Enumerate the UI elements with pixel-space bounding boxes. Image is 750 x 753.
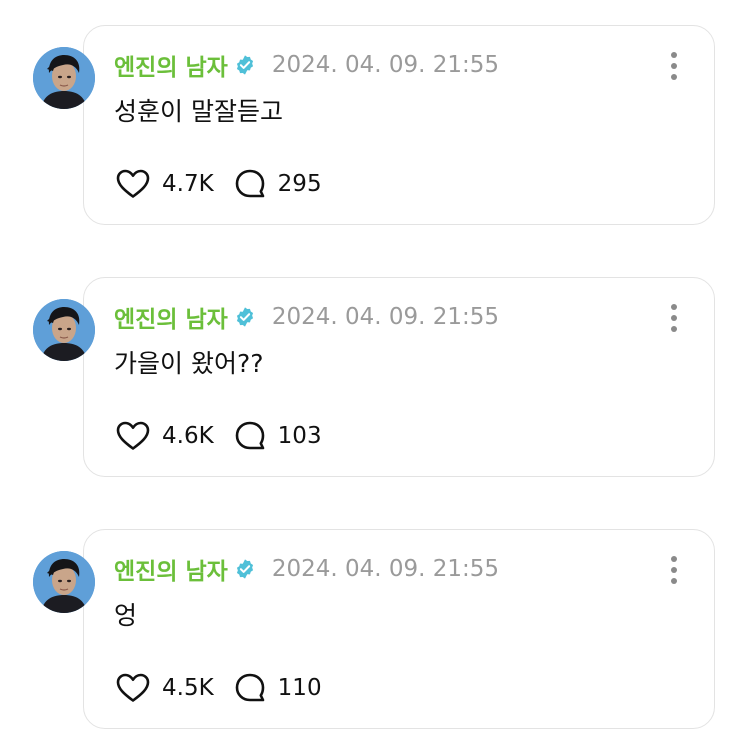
speech-bubble-icon bbox=[235, 673, 264, 702]
post-card[interactable]: 엔진의 남자 2024. 04. 09. 21:55 가을이 왔어?? 4.6K bbox=[83, 277, 715, 477]
post-header: 엔진의 남자 2024. 04. 09. 21:55 bbox=[114, 48, 500, 82]
heart-icon bbox=[116, 421, 150, 450]
post-card[interactable]: 엔진의 남자 2024. 04. 09. 21:55 성훈이 말잘듣고 4.7K bbox=[83, 25, 715, 225]
speech-bubble-icon bbox=[235, 169, 264, 198]
post-timestamp: 2024. 04. 09. 21:55 bbox=[271, 304, 500, 330]
menu-dot bbox=[671, 52, 677, 58]
more-options-button[interactable] bbox=[668, 304, 680, 332]
like-count: 4.6K bbox=[162, 423, 214, 449]
post-actions: 4.7K 295 bbox=[116, 166, 322, 202]
like-button[interactable]: 4.5K bbox=[116, 673, 214, 703]
post-header: 엔진의 남자 2024. 04. 09. 21:55 bbox=[114, 300, 500, 334]
author-name[interactable]: 엔진의 남자 bbox=[114, 48, 228, 82]
like-button[interactable]: 4.7K bbox=[116, 169, 214, 199]
heart-icon bbox=[116, 673, 150, 702]
reply-button[interactable]: 110 bbox=[234, 672, 322, 704]
post-card-1: 엔진의 남자 2024. 04. 09. 21:55 성훈이 말잘듣고 4.7K bbox=[0, 25, 750, 235]
menu-dot bbox=[671, 315, 677, 321]
more-options-button[interactable] bbox=[668, 556, 680, 584]
post-actions: 4.5K 110 bbox=[116, 670, 322, 706]
menu-dot bbox=[671, 326, 677, 332]
like-button[interactable]: 4.6K bbox=[116, 421, 214, 451]
reply-count: 110 bbox=[277, 675, 322, 701]
post-card[interactable]: 엔진의 남자 2024. 04. 09. 21:55 엉 4.5K 110 bbox=[83, 529, 715, 729]
like-count: 4.7K bbox=[162, 171, 214, 197]
verified-badge-icon bbox=[236, 559, 253, 579]
reply-button[interactable]: 103 bbox=[234, 420, 322, 452]
post-header: 엔진의 남자 2024. 04. 09. 21:55 bbox=[114, 552, 500, 586]
verified-badge-icon bbox=[236, 55, 253, 75]
verified-badge-icon bbox=[236, 307, 253, 327]
avatar-image bbox=[33, 551, 95, 613]
heart-icon bbox=[116, 169, 150, 198]
avatar-image bbox=[33, 299, 95, 361]
avatar[interactable] bbox=[33, 551, 95, 613]
menu-dot bbox=[671, 578, 677, 584]
reply-button[interactable]: 295 bbox=[234, 168, 322, 200]
menu-dot bbox=[671, 304, 677, 310]
reply-count: 295 bbox=[277, 171, 322, 197]
post-actions: 4.6K 103 bbox=[116, 418, 322, 454]
post-card-3: 엔진의 남자 2024. 04. 09. 21:55 엉 4.5K 110 bbox=[0, 529, 750, 739]
menu-dot bbox=[671, 567, 677, 573]
post-text: 엉 bbox=[114, 601, 138, 630]
speech-bubble-icon bbox=[235, 421, 264, 450]
avatar[interactable] bbox=[33, 47, 95, 109]
reply-count: 103 bbox=[277, 423, 322, 449]
more-options-button[interactable] bbox=[668, 52, 680, 80]
avatar-image bbox=[33, 47, 95, 109]
like-count: 4.5K bbox=[162, 675, 214, 701]
avatar[interactable] bbox=[33, 299, 95, 361]
menu-dot bbox=[671, 63, 677, 69]
post-timestamp: 2024. 04. 09. 21:55 bbox=[271, 52, 500, 78]
menu-dot bbox=[671, 74, 677, 80]
author-name[interactable]: 엔진의 남자 bbox=[114, 552, 228, 586]
post-card-2: 엔진의 남자 2024. 04. 09. 21:55 가을이 왔어?? 4.6K bbox=[0, 277, 750, 487]
author-name[interactable]: 엔진의 남자 bbox=[114, 300, 228, 334]
post-timestamp: 2024. 04. 09. 21:55 bbox=[271, 556, 500, 582]
menu-dot bbox=[671, 556, 677, 562]
post-text: 가을이 왔어?? bbox=[114, 349, 264, 378]
post-text: 성훈이 말잘듣고 bbox=[114, 97, 283, 126]
